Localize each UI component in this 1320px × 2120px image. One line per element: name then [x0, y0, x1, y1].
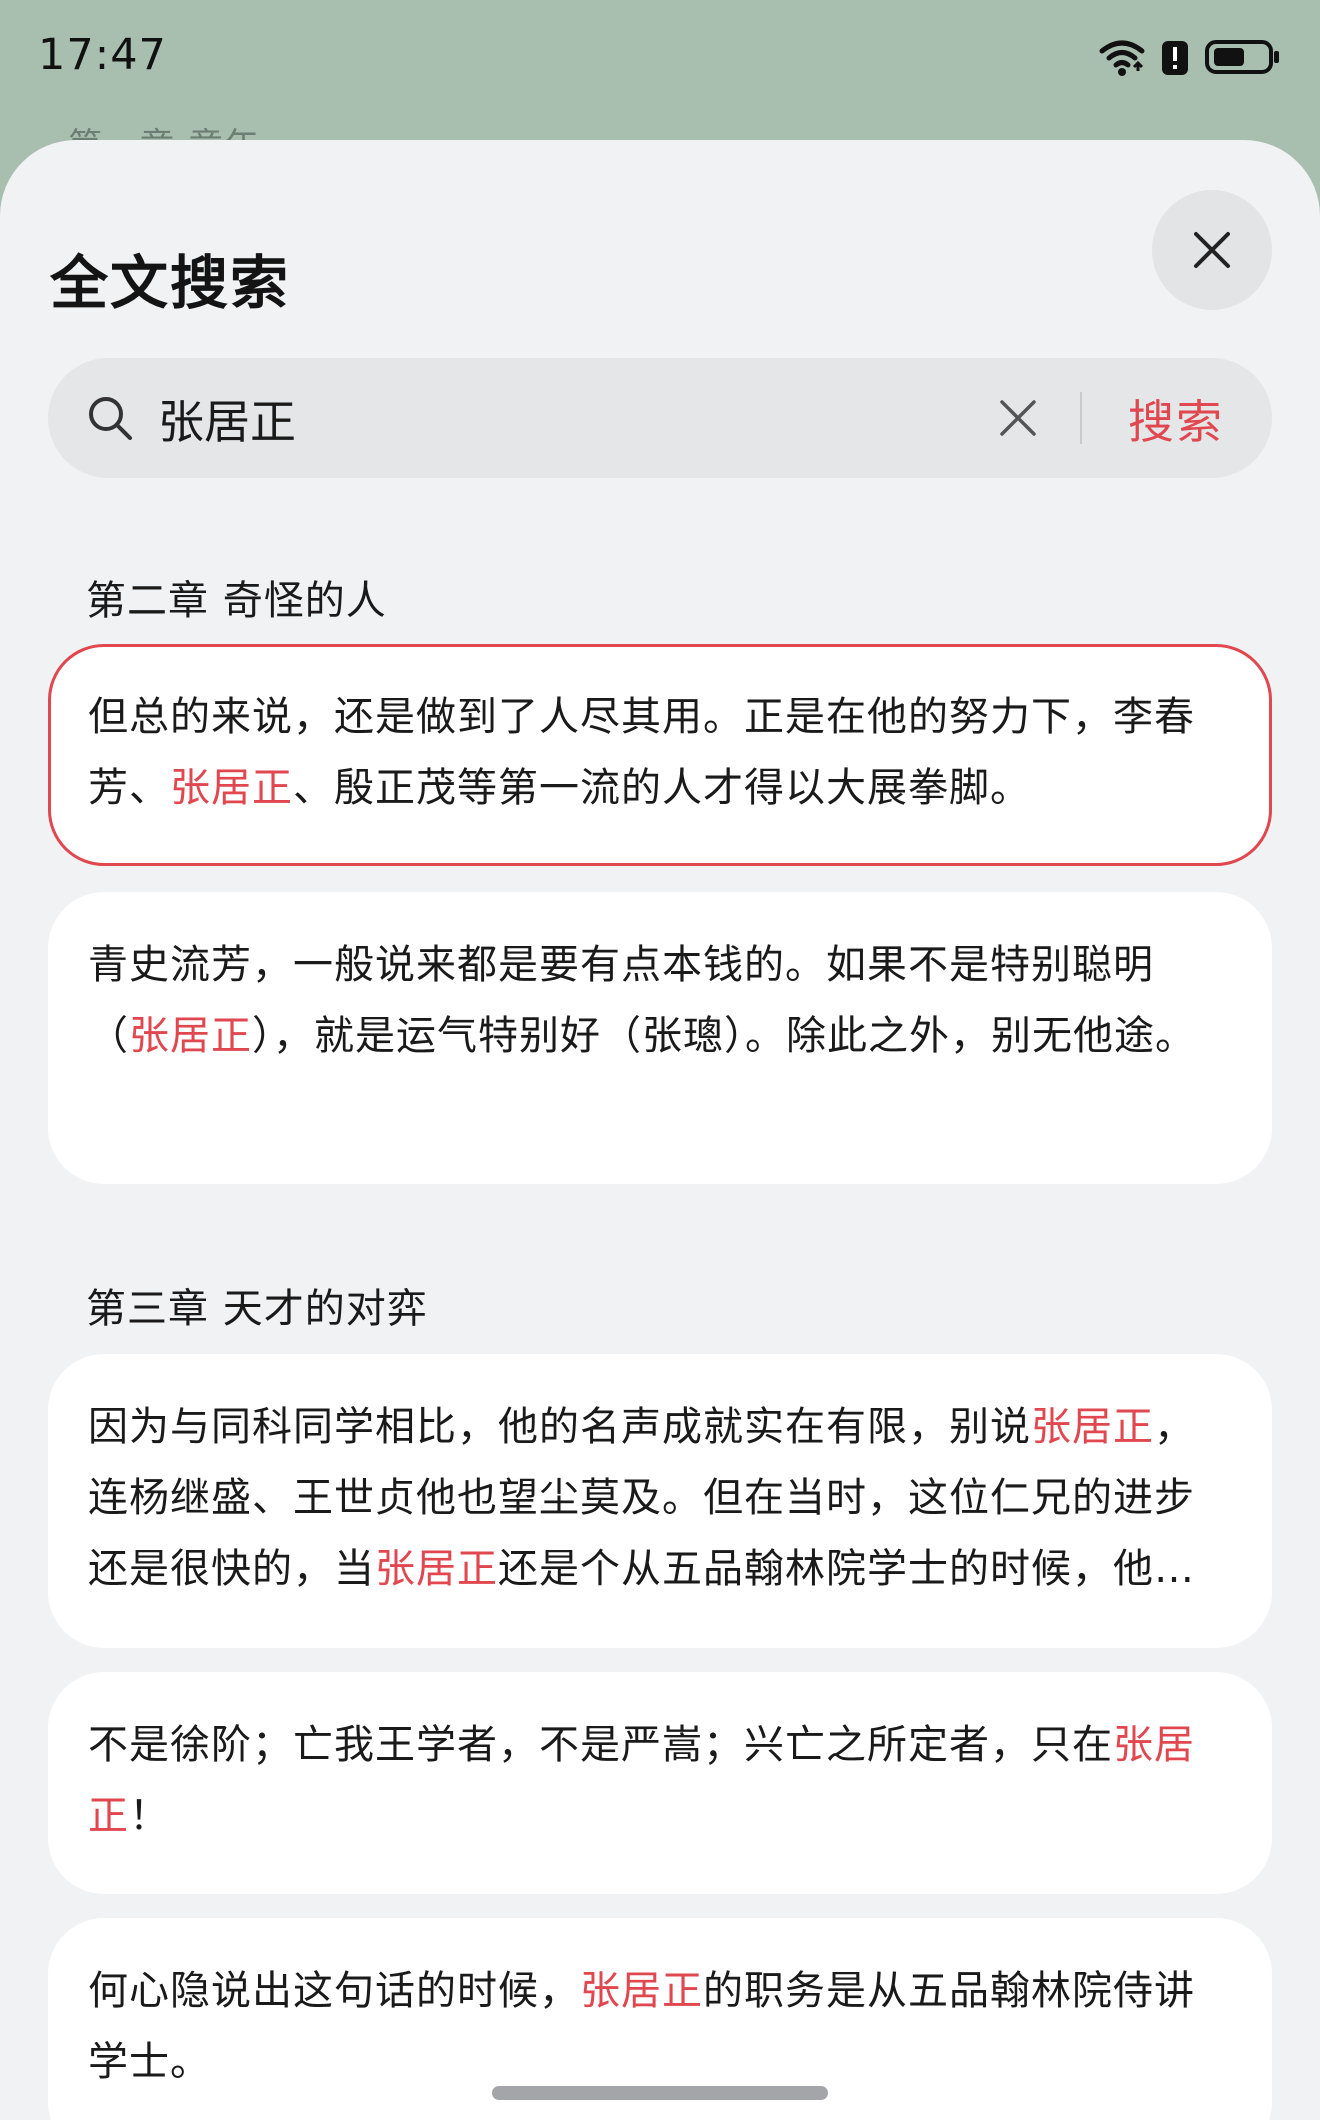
close-button[interactable]	[1152, 190, 1272, 310]
result-text: 何心隐说出这句话的时候，张居正的职务是从五品翰林院侍讲学士。	[88, 1968, 1195, 2085]
result-text: 但总的来说，还是做到了人尽其用。正是在他的努力下，李春芳、张居正、殷正茂等第一流…	[88, 694, 1195, 811]
home-indicator[interactable]	[492, 2086, 828, 2100]
result-text: 不是徐阶；亡我王学者，不是严嵩；兴亡之所定者，只在张居正！	[88, 1722, 1195, 1839]
chapter-heading: 第三章 天才的对弈	[86, 1286, 428, 1332]
clear-icon[interactable]	[996, 396, 1040, 440]
search-highlight: 张居正	[129, 1013, 252, 1059]
search-button[interactable]: 搜索	[1128, 386, 1224, 452]
status-icons	[1098, 36, 1282, 82]
close-icon	[1194, 232, 1230, 268]
sheet-title: 全文搜索	[50, 249, 291, 317]
result-card[interactable]: 青史流芳，一般说来都是要有点本钱的。如果不是特别聪明（张居正），就是运气特别好（…	[48, 892, 1272, 1184]
status-time: 17:47	[38, 30, 167, 80]
search-bar: 搜索	[48, 358, 1272, 478]
result-card[interactable]: 不是徐阶；亡我王学者，不是严嵩；兴亡之所定者，只在张居正！	[48, 1672, 1272, 1894]
search-highlight: 张居正	[580, 1968, 703, 2014]
status-bar: 17:47	[0, 0, 1320, 118]
search-highlight: 张居正	[375, 1546, 498, 1592]
battery-icon	[1204, 37, 1282, 81]
search-highlight: 张居正	[170, 765, 293, 811]
chapter-heading: 第二章 奇怪的人	[86, 578, 387, 624]
result-text: 因为与同科同学相比，他的名声成就实在有限，别说张居正，连杨继盛、王世贞他也望尘莫…	[88, 1404, 1195, 1592]
result-text: 青史流芳，一般说来都是要有点本钱的。如果不是特别聪明（张居正），就是运气特别好（…	[88, 942, 1196, 1059]
search-divider	[1080, 392, 1082, 444]
alert-icon	[1160, 37, 1190, 81]
search-icon	[89, 397, 132, 440]
result-card[interactable]: 因为与同科同学相比，他的名声成就实在有限，别说张居正，连杨继盛、王世贞他也望尘莫…	[48, 1354, 1272, 1648]
wifi-icon	[1098, 37, 1146, 81]
search-sheet: 全文搜索 搜索 第二章 奇怪的人 但总的来说，还是做到了人尽其用。正是在他的努力…	[0, 140, 1320, 2120]
result-card[interactable]: 但总的来说，还是做到了人尽其用。正是在他的努力下，李春芳、张居正、殷正茂等第一流…	[48, 644, 1272, 866]
search-highlight: 张居正	[1031, 1404, 1154, 1450]
search-input[interactable]	[156, 378, 1020, 460]
